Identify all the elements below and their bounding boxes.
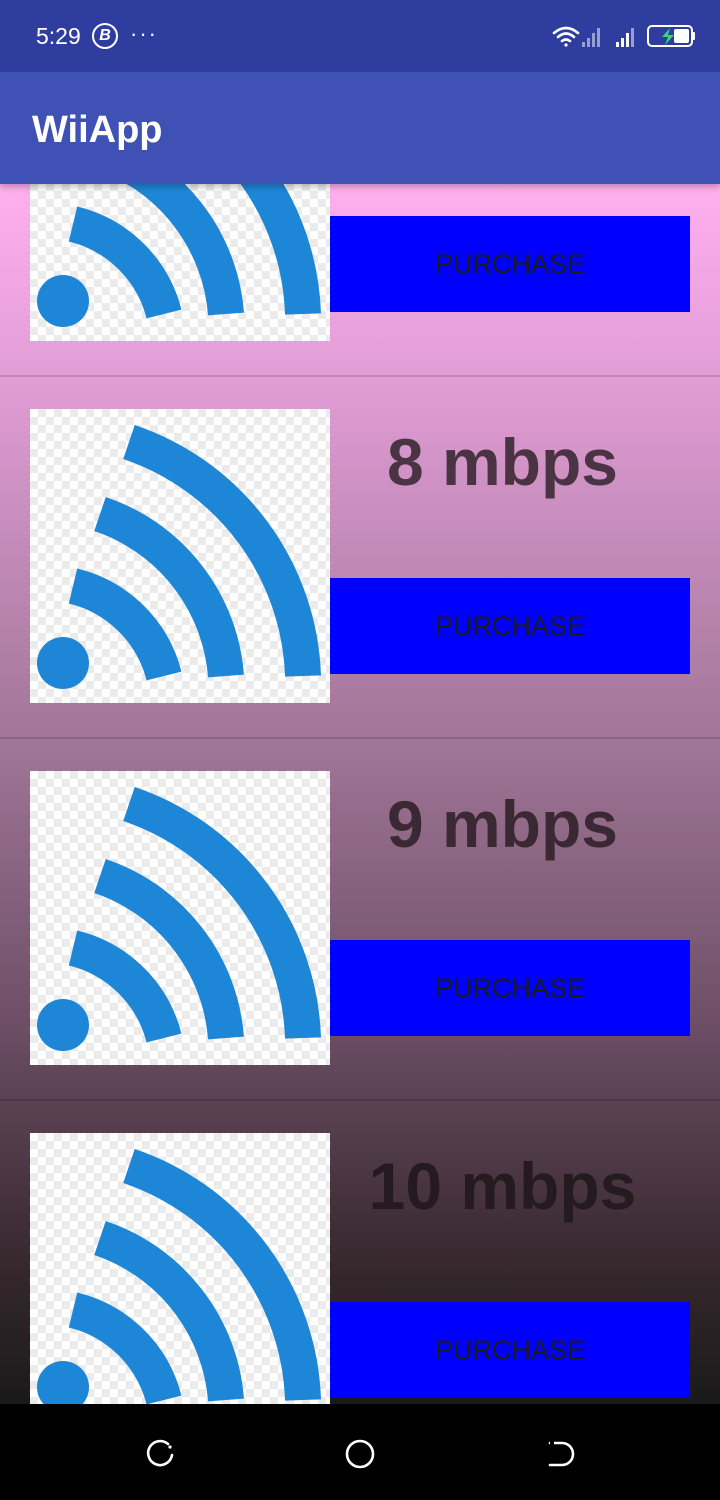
recents-icon[interactable] [144, 1438, 176, 1470]
signal-icon [582, 28, 600, 47]
status-time: 5:29 [36, 23, 81, 49]
purchase-button[interactable]: PURCHASE [330, 1302, 690, 1398]
plan-speed: 9 mbps [386, 787, 619, 861]
app-title: WiiApp [32, 109, 163, 151]
wifi-icon [30, 771, 330, 1065]
status-icons [552, 24, 698, 48]
wifi-icon [30, 184, 330, 341]
plan-list[interactable]: PURCHASE 8 mbps PURCHASE 9 mbps PURCHASE 10 m… [0, 184, 720, 1404]
purchase-button[interactable]: PURCHASE [330, 940, 690, 1036]
signal-icon [616, 28, 634, 47]
purchase-button[interactable]: PURCHASE [330, 578, 690, 674]
app-bar: WiiApp [0, 72, 720, 184]
purchase-button[interactable]: PURCHASE [330, 216, 690, 312]
plan-row: 9 mbps PURCHASE [0, 739, 720, 1101]
screen: 5:29 B ··· WiiApp PURCHASE 8 mbps PURCHA… [0, 0, 720, 1500]
plan-row: PURCHASE [0, 184, 720, 377]
status-bar: 5:29 B ··· [0, 0, 720, 72]
wifi-icon [552, 26, 580, 47]
home-icon[interactable] [344, 1438, 376, 1470]
plan-list-inner: PURCHASE 8 mbps PURCHASE 9 mbps PURCHASE 10 m… [0, 184, 720, 1404]
plan-row: 10 mbps PURCHASE [0, 1101, 720, 1404]
more-dots-icon: ··· [130, 21, 158, 46]
back-icon[interactable] [544, 1438, 576, 1470]
nav-bar [0, 1404, 720, 1500]
b-badge-icon: B [92, 23, 118, 49]
wifi-icon [30, 409, 330, 703]
plan-speed: 10 mbps [368, 1149, 637, 1223]
battery-charging-icon [647, 25, 695, 47]
wifi-icon [30, 1133, 330, 1404]
plan-row: 8 mbps PURCHASE [0, 377, 720, 739]
plan-speed: 8 mbps [386, 425, 619, 499]
